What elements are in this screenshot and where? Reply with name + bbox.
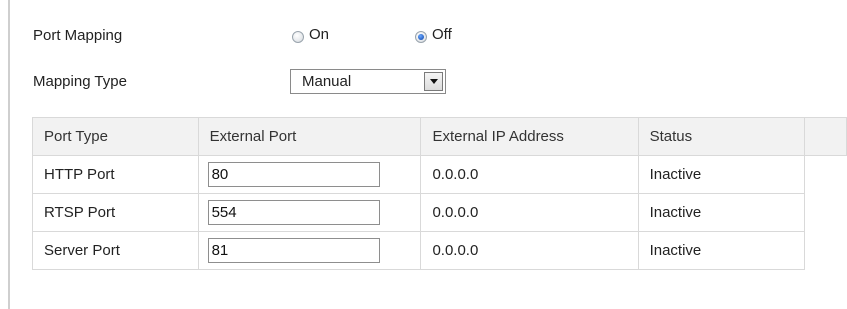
external-ip-cell: 0.0.0.0 (420, 193, 639, 232)
header-spacer (804, 117, 847, 156)
port-mapping-on-label: On (309, 26, 330, 43)
table-header-row: Port Type External Port External IP Addr… (32, 117, 847, 156)
rtsp-port-input[interactable] (207, 200, 380, 225)
mapping-type-value: Manual (302, 73, 352, 90)
dropdown-arrow-icon[interactable] (424, 72, 443, 91)
header-status: Status (637, 117, 806, 156)
status-cell: Inactive (637, 193, 806, 232)
external-port-cell (197, 155, 422, 194)
header-external-ip: External IP Address (420, 117, 639, 156)
port-mapping-on-option[interactable]: On (292, 26, 329, 43)
radio-off-icon[interactable] (415, 31, 427, 43)
status-cell: Inactive (637, 231, 806, 270)
port-type-cell: HTTP Port (32, 155, 199, 194)
left-border (8, 0, 10, 309)
port-mapping-off-option[interactable]: Off (415, 26, 452, 43)
port-mapping-table: Port Type External Port External IP Addr… (32, 117, 847, 270)
table-row: RTSP Port 0.0.0.0 Inactive (32, 193, 847, 232)
header-external-port: External Port (197, 117, 422, 156)
external-port-cell (197, 193, 422, 232)
port-type-cell: RTSP Port (32, 193, 199, 232)
port-type-cell: Server Port (32, 231, 199, 270)
port-mapping-off-label: Off (432, 26, 452, 43)
mapping-type-select[interactable]: Manual (290, 69, 446, 94)
external-port-cell (197, 231, 422, 270)
server-port-input[interactable] (207, 238, 380, 263)
mapping-type-label: Mapping Type (33, 73, 127, 90)
radio-on-icon[interactable] (292, 31, 304, 43)
external-ip-cell: 0.0.0.0 (420, 155, 639, 194)
table-row: HTTP Port 0.0.0.0 Inactive (32, 155, 847, 194)
external-ip-cell: 0.0.0.0 (420, 231, 639, 270)
port-mapping-label: Port Mapping (33, 27, 123, 44)
table-row: Server Port 0.0.0.0 Inactive (32, 231, 847, 270)
status-cell: Inactive (637, 155, 806, 194)
header-port-type: Port Type (32, 117, 199, 156)
http-port-input[interactable] (207, 162, 380, 187)
